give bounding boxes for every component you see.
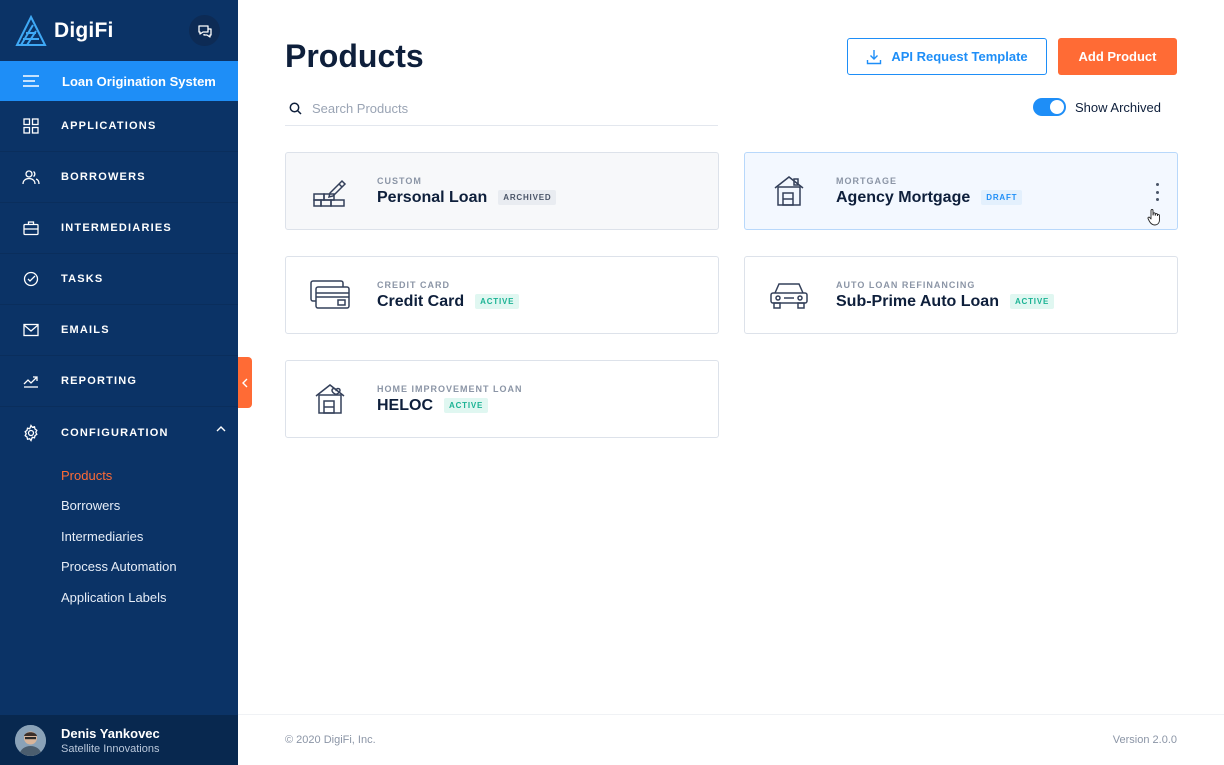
chevron-up-icon[interactable] [216, 426, 226, 432]
product-card-agency-mortgage[interactable]: MORTGAGE Agency Mortgage DRAFT [744, 152, 1178, 230]
copyright: © 2020 DigiFi, Inc. [285, 734, 376, 746]
user-name: Denis Yankovec [61, 725, 160, 741]
product-name: Personal Loan [377, 188, 488, 206]
nav-label: EMAILS [61, 324, 110, 336]
chat-button[interactable] [189, 15, 220, 46]
nav-label: APPLICATIONS [61, 120, 157, 132]
pointer-cursor-icon [1147, 209, 1160, 226]
status-badge: ACTIVE [475, 294, 520, 309]
nav-item-intermediaries[interactable]: INTERMEDIARIES [0, 203, 238, 254]
module-label: Loan Origination System [62, 73, 216, 89]
api-request-template-button[interactable]: API Request Template [847, 38, 1047, 75]
show-archived-toggle[interactable]: Show Archived [1033, 98, 1161, 116]
product-type: CREDIT CARD [377, 279, 450, 290]
chat-icon [197, 24, 212, 38]
status-badge: ACTIVE [1009, 294, 1055, 309]
status-badge: ACTIVE [444, 398, 489, 413]
brand-name: DigiFi [54, 18, 114, 42]
nav-label: TASKS [61, 273, 104, 285]
submenu-item-process-automation[interactable]: Process Automation [0, 552, 238, 583]
check-circle-icon [23, 271, 39, 287]
digifi-logo-icon [15, 14, 47, 46]
status-badge: DRAFT [981, 190, 1023, 205]
house-icon [774, 176, 804, 206]
user-profile[interactable]: Denis Yankovec Satellite Innovations [0, 715, 238, 765]
product-card-personal-loan[interactable]: CUSTOM Personal Loan ARCHIVED [285, 152, 719, 230]
product-type: AUTO LOAN REFINANCING [836, 279, 976, 290]
submenu-item-borrowers[interactable]: Borrowers [0, 491, 238, 522]
nav-label: BORROWERS [61, 171, 146, 183]
search-icon [289, 102, 302, 115]
submenu-item-intermediaries[interactable]: Intermediaries [0, 521, 238, 552]
brand: DigiFi [0, 0, 238, 61]
nav-item-emails[interactable]: EMAILS [0, 305, 238, 356]
product-name: Agency Mortgage [836, 188, 971, 206]
grid-icon [23, 118, 39, 134]
mail-icon [23, 323, 39, 337]
credit-card-icon [310, 280, 350, 309]
nav-label: INTERMEDIARIES [61, 222, 172, 234]
toggle-switch[interactable] [1033, 98, 1066, 116]
car-icon [770, 283, 808, 309]
api-request-template-label: API Request Template [891, 49, 1028, 64]
product-type: MORTGAGE [836, 175, 897, 186]
menu-icon [23, 75, 39, 87]
configuration-submenu: Products Borrowers Intermediaries Proces… [0, 458, 238, 613]
house-heart-icon [315, 384, 345, 414]
nav-label: REPORTING [61, 375, 138, 387]
more-options-button[interactable] [1153, 183, 1161, 201]
nav-item-configuration[interactable]: CONFIGURATION [0, 407, 238, 458]
footer: © 2020 DigiFi, Inc. Version 2.0.0 [238, 714, 1224, 765]
submenu-item-application-labels[interactable]: Application Labels [0, 582, 238, 613]
trending-up-icon [23, 376, 38, 388]
product-name: Credit Card [377, 292, 465, 310]
nav-item-applications[interactable]: APPLICATIONS [0, 101, 238, 152]
nav-label: CONFIGURATION [61, 426, 169, 439]
nav-item-reporting[interactable]: REPORTING [0, 356, 238, 407]
bricks-pencil-icon [313, 179, 347, 207]
search-bar [285, 91, 718, 126]
search-input[interactable] [312, 100, 692, 116]
submenu-item-products[interactable]: Products [0, 460, 238, 491]
product-card-heloc[interactable]: HOME IMPROVEMENT LOAN HELOC ACTIVE [285, 360, 719, 438]
users-icon [22, 170, 40, 185]
version: Version 2.0.0 [1112, 734, 1177, 746]
briefcase-icon [23, 221, 39, 236]
toggle-label: Show Archived [1075, 99, 1161, 115]
avatar [15, 724, 46, 756]
nav-item-borrowers[interactable]: BORROWERS [0, 152, 238, 203]
product-card-credit-card[interactable]: CREDIT CARD Credit Card ACTIVE [285, 256, 719, 334]
page-title: Products [285, 38, 424, 74]
module-switcher[interactable]: Loan Origination System [0, 61, 238, 101]
gear-icon [24, 423, 38, 442]
product-card-sub-prime-auto-loan[interactable]: AUTO LOAN REFINANCING Sub-Prime Auto Loa… [744, 256, 1178, 334]
download-icon [867, 49, 882, 64]
status-badge: ARCHIVED [498, 190, 557, 205]
product-type: HOME IMPROVEMENT LOAN [377, 383, 523, 394]
sidebar: DigiFi Loan Origination System APPLICATI… [0, 0, 238, 765]
product-type: CUSTOM [377, 175, 422, 186]
main-content: Products API Request Template Add Produc… [238, 0, 1224, 765]
product-name: Sub-Prime Auto Loan [836, 292, 999, 310]
add-product-button[interactable]: Add Product [1058, 38, 1177, 75]
nav-item-tasks[interactable]: TASKS [0, 254, 238, 305]
user-company: Satellite Innovations [61, 742, 160, 755]
product-name: HELOC [377, 396, 433, 414]
